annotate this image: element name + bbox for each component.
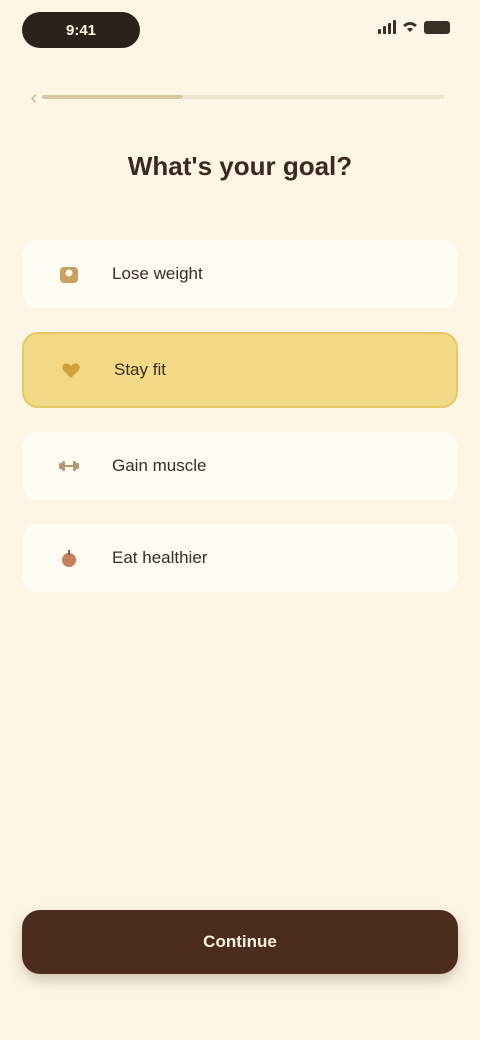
heart-icon xyxy=(58,357,84,383)
option-label: Gain muscle xyxy=(112,456,207,475)
question-title: What's your goal? xyxy=(127,151,353,181)
option-label: Eat healthier xyxy=(112,548,208,567)
apple-icon xyxy=(56,545,82,571)
option-eat-healthier[interactable]: Eat healthier xyxy=(22,524,458,592)
status-icons xyxy=(378,20,450,34)
wifi-icon xyxy=(403,22,417,32)
progress-bar xyxy=(42,94,444,100)
battery-icon xyxy=(424,20,450,34)
progress-track xyxy=(42,95,444,99)
signal-icon xyxy=(378,20,396,34)
scale-icon xyxy=(56,261,82,287)
option-label: Stay fit xyxy=(114,360,166,379)
option-stay-fit[interactable]: Stay fit xyxy=(22,332,458,408)
option-gain-muscle[interactable]: Gain muscle xyxy=(22,432,458,500)
options-list: Lose weight Stay fit Gain muscle Eat hea… xyxy=(22,240,458,616)
progress-fill xyxy=(42,95,183,99)
continue-button[interactable]: Continue xyxy=(22,910,458,974)
option-lose-weight[interactable]: Lose weight xyxy=(22,240,458,308)
dumbbell-icon xyxy=(56,453,82,479)
status-time: 9:41 xyxy=(22,12,140,48)
status-bar: 9:41 xyxy=(0,0,480,64)
option-label: Lose weight xyxy=(112,264,203,283)
